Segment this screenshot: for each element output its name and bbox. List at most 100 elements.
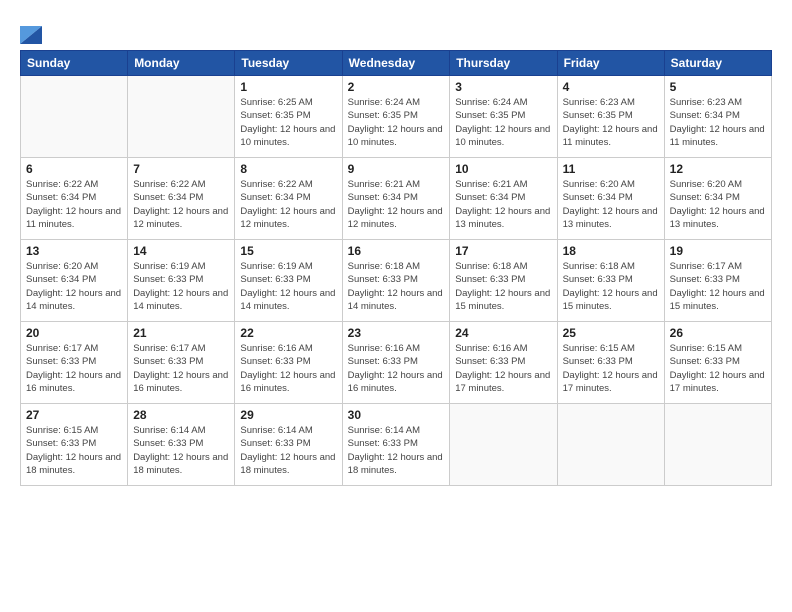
day-info: Sunrise: 6:24 AMSunset: 6:35 PMDaylight:…	[455, 96, 551, 149]
day-number: 13	[26, 244, 122, 258]
day-info: Sunrise: 6:22 AMSunset: 6:34 PMDaylight:…	[26, 178, 122, 231]
weekday-header-friday: Friday	[557, 51, 664, 76]
day-info: Sunrise: 6:17 AMSunset: 6:33 PMDaylight:…	[133, 342, 229, 395]
day-number: 16	[348, 244, 445, 258]
day-number: 25	[563, 326, 659, 340]
page: SundayMondayTuesdayWednesdayThursdayFrid…	[0, 0, 792, 612]
week-row-2: 6 Sunrise: 6:22 AMSunset: 6:34 PMDaylight…	[21, 158, 772, 240]
calendar-cell: 19 Sunrise: 6:17 AMSunset: 6:33 PMDayligh…	[664, 240, 771, 322]
calendar-cell: 16 Sunrise: 6:18 AMSunset: 6:33 PMDayligh…	[342, 240, 450, 322]
calendar-cell: 11 Sunrise: 6:20 AMSunset: 6:34 PMDayligh…	[557, 158, 664, 240]
day-number: 22	[240, 326, 336, 340]
calendar-cell: 30Sunrise: 6:14 AMSunset: 6:33 PMDayligh…	[342, 404, 450, 486]
day-number: 20	[26, 326, 122, 340]
calendar-cell: 28Sunrise: 6:14 AMSunset: 6:33 PMDayligh…	[128, 404, 235, 486]
day-info: Sunrise: 6:18 AMSunset: 6:33 PMDaylight:…	[563, 260, 659, 313]
day-info: Sunrise: 6:16 AMSunset: 6:33 PMDaylight:…	[455, 342, 551, 395]
day-info: Sunrise: 6:23 AMSunset: 6:34 PMDaylight:…	[670, 96, 766, 149]
day-number: 17	[455, 244, 551, 258]
day-info: Sunrise: 6:15 AMSunset: 6:33 PMDaylight:…	[670, 342, 766, 395]
calendar-cell	[21, 76, 128, 158]
day-number: 14	[133, 244, 229, 258]
day-info: Sunrise: 6:22 AMSunset: 6:34 PMDaylight:…	[240, 178, 336, 231]
day-number: 18	[563, 244, 659, 258]
weekday-header-row: SundayMondayTuesdayWednesdayThursdayFrid…	[21, 51, 772, 76]
day-info: Sunrise: 6:21 AMSunset: 6:34 PMDaylight:…	[455, 178, 551, 231]
weekday-header-thursday: Thursday	[450, 51, 557, 76]
weekday-header-tuesday: Tuesday	[235, 51, 342, 76]
week-row-4: 20 Sunrise: 6:17 AMSunset: 6:33 PMDayligh…	[21, 322, 772, 404]
calendar-cell: 4 Sunrise: 6:23 AMSunset: 6:35 PMDaylight…	[557, 76, 664, 158]
day-number: 27	[26, 408, 122, 422]
day-number: 19	[670, 244, 766, 258]
calendar-cell	[664, 404, 771, 486]
week-row-3: 13 Sunrise: 6:20 AMSunset: 6:34 PMDayligh…	[21, 240, 772, 322]
calendar-cell: 5 Sunrise: 6:23 AMSunset: 6:34 PMDaylight…	[664, 76, 771, 158]
calendar-cell: 14 Sunrise: 6:19 AMSunset: 6:33 PMDayligh…	[128, 240, 235, 322]
logo-icon	[20, 16, 42, 44]
day-info: Sunrise: 6:18 AMSunset: 6:33 PMDaylight:…	[348, 260, 445, 313]
day-number: 29	[240, 408, 336, 422]
calendar-cell: 15Sunrise: 6:19 AMSunset: 6:33 PMDayligh…	[235, 240, 342, 322]
day-info: Sunrise: 6:18 AMSunset: 6:33 PMDaylight:…	[455, 260, 551, 313]
weekday-header-saturday: Saturday	[664, 51, 771, 76]
week-row-1: 1Sunrise: 6:25 AMSunset: 6:35 PMDaylight…	[21, 76, 772, 158]
day-info: Sunrise: 6:19 AMSunset: 6:33 PMDaylight:…	[133, 260, 229, 313]
day-number: 8	[240, 162, 336, 176]
day-number: 26	[670, 326, 766, 340]
calendar-cell: 26 Sunrise: 6:15 AMSunset: 6:33 PMDayligh…	[664, 322, 771, 404]
calendar-cell: 24Sunrise: 6:16 AMSunset: 6:33 PMDayligh…	[450, 322, 557, 404]
calendar-cell: 8 Sunrise: 6:22 AMSunset: 6:34 PMDaylight…	[235, 158, 342, 240]
day-info: Sunrise: 6:25 AMSunset: 6:35 PMDaylight:…	[240, 96, 336, 149]
calendar-cell: 22 Sunrise: 6:16 AMSunset: 6:33 PMDayligh…	[235, 322, 342, 404]
day-info: Sunrise: 6:16 AMSunset: 6:33 PMDaylight:…	[348, 342, 445, 395]
calendar-cell: 27 Sunrise: 6:15 AMSunset: 6:33 PMDayligh…	[21, 404, 128, 486]
weekday-header-sunday: Sunday	[21, 51, 128, 76]
day-info: Sunrise: 6:22 AMSunset: 6:34 PMDaylight:…	[133, 178, 229, 231]
day-info: Sunrise: 6:21 AMSunset: 6:34 PMDaylight:…	[348, 178, 445, 231]
day-number: 10	[455, 162, 551, 176]
calendar-cell	[450, 404, 557, 486]
day-info: Sunrise: 6:17 AMSunset: 6:33 PMDaylight:…	[26, 342, 122, 395]
calendar-cell: 12 Sunrise: 6:20 AMSunset: 6:34 PMDayligh…	[664, 158, 771, 240]
day-number: 5	[670, 80, 766, 94]
day-info: Sunrise: 6:20 AMSunset: 6:34 PMDaylight:…	[670, 178, 766, 231]
calendar-cell	[128, 76, 235, 158]
calendar-cell: 1Sunrise: 6:25 AMSunset: 6:35 PMDaylight…	[235, 76, 342, 158]
calendar-cell: 18 Sunrise: 6:18 AMSunset: 6:33 PMDayligh…	[557, 240, 664, 322]
calendar-cell	[557, 404, 664, 486]
day-info: Sunrise: 6:20 AMSunset: 6:34 PMDaylight:…	[26, 260, 122, 313]
day-info: Sunrise: 6:17 AMSunset: 6:33 PMDaylight:…	[670, 260, 766, 313]
calendar-cell: 20 Sunrise: 6:17 AMSunset: 6:33 PMDayligh…	[21, 322, 128, 404]
calendar-cell: 6 Sunrise: 6:22 AMSunset: 6:34 PMDaylight…	[21, 158, 128, 240]
calendar-cell: 17 Sunrise: 6:18 AMSunset: 6:33 PMDayligh…	[450, 240, 557, 322]
calendar-cell: 21Sunrise: 6:17 AMSunset: 6:33 PMDayligh…	[128, 322, 235, 404]
day-info: Sunrise: 6:20 AMSunset: 6:34 PMDaylight:…	[563, 178, 659, 231]
day-number: 3	[455, 80, 551, 94]
calendar-cell: 25 Sunrise: 6:15 AMSunset: 6:33 PMDayligh…	[557, 322, 664, 404]
day-number: 2	[348, 80, 445, 94]
day-number: 6	[26, 162, 122, 176]
day-info: Sunrise: 6:15 AMSunset: 6:33 PMDaylight:…	[563, 342, 659, 395]
weekday-header-wednesday: Wednesday	[342, 51, 450, 76]
calendar-cell: 3 Sunrise: 6:24 AMSunset: 6:35 PMDaylight…	[450, 76, 557, 158]
calendar-cell: 29 Sunrise: 6:14 AMSunset: 6:33 PMDayligh…	[235, 404, 342, 486]
day-number: 23	[348, 326, 445, 340]
day-number: 11	[563, 162, 659, 176]
day-number: 30	[348, 408, 445, 422]
day-info: Sunrise: 6:15 AMSunset: 6:33 PMDaylight:…	[26, 424, 122, 477]
day-info: Sunrise: 6:16 AMSunset: 6:33 PMDaylight:…	[240, 342, 336, 395]
day-number: 7	[133, 162, 229, 176]
day-number: 4	[563, 80, 659, 94]
day-info: Sunrise: 6:14 AMSunset: 6:33 PMDaylight:…	[240, 424, 336, 477]
top-bar	[20, 16, 772, 44]
calendar-cell: 2Sunrise: 6:24 AMSunset: 6:35 PMDaylight…	[342, 76, 450, 158]
day-info: Sunrise: 6:19 AMSunset: 6:33 PMDaylight:…	[240, 260, 336, 313]
day-number: 9	[348, 162, 445, 176]
day-number: 28	[133, 408, 229, 422]
calendar-cell: 7 Sunrise: 6:22 AMSunset: 6:34 PMDaylight…	[128, 158, 235, 240]
calendar-cell: 13 Sunrise: 6:20 AMSunset: 6:34 PMDayligh…	[21, 240, 128, 322]
day-info: Sunrise: 6:23 AMSunset: 6:35 PMDaylight:…	[563, 96, 659, 149]
day-number: 12	[670, 162, 766, 176]
week-row-5: 27 Sunrise: 6:15 AMSunset: 6:33 PMDayligh…	[21, 404, 772, 486]
